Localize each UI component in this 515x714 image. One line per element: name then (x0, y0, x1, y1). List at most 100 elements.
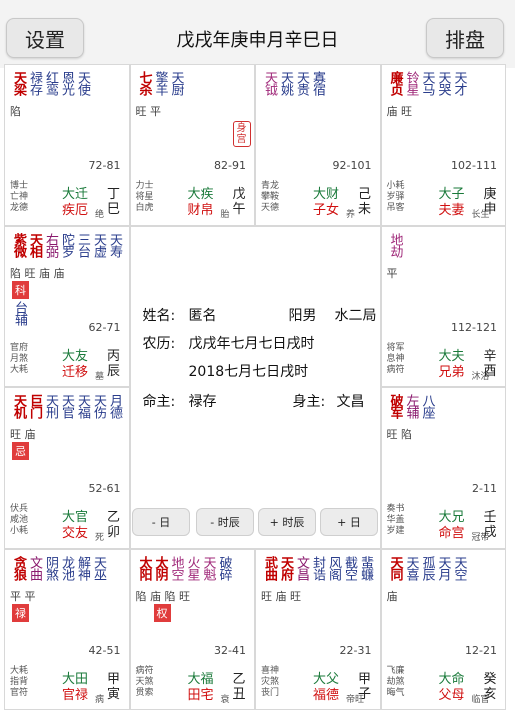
solar-value: 2018七月七日戌时 (188, 363, 309, 380)
page-title: 戊戌年庚申月辛巳日 (176, 30, 339, 51)
gods-list: 官府 月煞 大耗 (10, 342, 29, 375)
chart-button[interactable]: 排盘 (426, 18, 504, 58)
palace-cell[interactable]: 廉贞 铃星 天马 天哭 天才庙 旺 102-111 小耗 岁驿 吊客 大子 夫妻 长生 庚申 (380, 64, 506, 226)
star-name: 天巫 (91, 555, 106, 580)
life-stage: 绝 (95, 210, 105, 220)
star-name: 天才 (451, 71, 467, 95)
star-name: 解神 (75, 555, 90, 580)
age-range: 42-51 (88, 643, 121, 657)
age-range: 22-31 (339, 643, 372, 657)
stem-branch: 乙丑 (232, 671, 246, 702)
palace-cell[interactable]: 七杀 擎羊 天厨旺 平身宫 82-91 力士 将星 白虎 大疾 财帛胎戊午 (129, 64, 255, 226)
brightness-text: 平 (386, 266, 398, 280)
gods-list: 小耗 岁驿 吊客 (386, 181, 405, 213)
plus-day-button[interactable]: + 日 (320, 508, 378, 536)
star-name: 天魁 (200, 555, 216, 580)
age-range: 82-91 (214, 159, 246, 172)
minus-hour-button[interactable]: - 时辰 (196, 508, 254, 536)
palace-name: 大疾 财帛 (187, 187, 214, 218)
stem-branch: 辛酉 (483, 348, 497, 379)
star-name: 风阁 (326, 555, 341, 580)
palace-name: 大父 福德 (312, 671, 339, 703)
star-name: 天寿 (107, 232, 122, 257)
brightness-text: 庙 旺 (386, 105, 413, 118)
palace-cell[interactable]: 天梁 禄存 红鸾 恩光 天使陷 72-81 博士 亡神 龙德 大迁 疾厄绝丁巳 (4, 64, 130, 226)
star-list: 天同 天喜 孤辰 天月 天空 (387, 555, 467, 580)
palace-cell[interactable]: 天钺 天姚 天贵 寡宿 92-101 青龙 攀鞍 天德 大财 子女养己未 (255, 64, 381, 226)
gods-list: 飞廉 劫煞 晦气 (386, 665, 405, 698)
gods-list: 青龙 攀鞍 天德 (261, 181, 280, 213)
palace-cell[interactable]: 紫微 天相 右弼 陀罗 三台 天虚 天寿陷 旺 庙 庙科台辅 62-71 官府 月煞 大耗 大友 迁移墓… (4, 225, 130, 387)
star-name: 八座 (419, 394, 435, 418)
star-list: 紫微 天相 右弼 陀罗 三台 天虚 天寿 (10, 232, 122, 257)
star-list: 天机 巨门 天刑 天官 天福 天伤 月德 (10, 394, 122, 418)
stem-branch: 乙卯 (106, 510, 120, 540)
bureau-value: 水二局 (334, 307, 377, 324)
stem-branch: 甲寅 (106, 671, 120, 702)
stem-branch: 癸亥 (483, 671, 497, 702)
star-name: 红鸾 (43, 71, 58, 95)
star-name: 天同 (387, 555, 403, 580)
star-name: 地空 (168, 555, 184, 580)
star-name: 天官 (59, 394, 74, 418)
star-name: 左辅 (403, 394, 419, 418)
transform-badge: 忌 (12, 442, 29, 460)
palace-cell[interactable]: 天同 天喜 孤辰 天月 天空庙 12-21 飞廉 劫煞 晦气 大命 父母 临官 癸亥 (380, 548, 506, 710)
palace-name: 大财 子女 (312, 187, 339, 218)
age-range: 112-121 (451, 320, 497, 334)
star-name: 恩光 (59, 71, 74, 95)
age-range: 92-101 (332, 159, 372, 172)
brightness-text: 陷 庙 陷 旺 (135, 589, 191, 603)
palace-name: 大夫 兄弟 (438, 348, 465, 380)
palace-cell[interactable]: 贪狼 文曲 阴煞 龙池 解神 天巫平 平禄 42-51 大耗 指背 官符 大田 官禄病甲寅 (4, 548, 130, 710)
life-stage: 病 (95, 694, 105, 705)
star-name: 天马 (419, 71, 435, 95)
gender-value: 阳男 (288, 307, 317, 324)
brightness-text: 平 平 (10, 589, 36, 603)
star-name: 陀罗 (59, 232, 74, 257)
star-name: 天虚 (91, 232, 106, 257)
life-stage: 胎 (220, 210, 230, 220)
ming-label: 命主: (142, 393, 176, 410)
star-name: 截空 (342, 555, 357, 580)
star-name: 天梁 (11, 71, 26, 95)
life-stage: 墓 (95, 371, 105, 382)
star-list: 天梁 禄存 红鸾 恩光 天使 (10, 71, 90, 95)
top-bar: 设置 戊戌年庚申月辛巳日 排盘 (0, 0, 515, 68)
age-range: 72-81 (88, 159, 121, 172)
star-name: 禄存 (27, 71, 42, 95)
gods-list: 力士 将星 白虎 (135, 181, 154, 213)
star-name: 太阳 (136, 555, 152, 580)
name-value: 匿名 (188, 307, 217, 324)
star-name: 天相 (27, 232, 42, 257)
star-name: 三台 (75, 232, 90, 257)
settings-button[interactable]: 设置 (6, 18, 84, 58)
star-name: 寡宿 (310, 71, 325, 95)
brightness-text: 旺 庙 (10, 428, 36, 441)
plus-hour-button[interactable]: + 时辰 (258, 508, 316, 536)
palace-name: 大田 官禄 (61, 671, 88, 703)
age-range: 2-11 (472, 482, 497, 495)
transform-badge: 权 (153, 603, 171, 622)
star-list: 武曲 天府 文昌 封诰 风阁 截空 蜚蠊 (261, 555, 373, 580)
palace-cell[interactable]: 地劫平 112-121 将军 息神 病符 大夫 兄弟 沐浴 辛酉 (380, 225, 506, 387)
star-name: 龙池 (59, 555, 74, 580)
gods-list: 伏兵 咸池 小耗 (10, 504, 29, 536)
minus-day-button[interactable]: - 日 (132, 508, 190, 536)
star-name: 蜚蠊 (358, 555, 373, 580)
gods-list: 大耗 指背 官符 (10, 665, 29, 698)
palace-name: 大迁 疾厄 (61, 187, 88, 218)
name-label: 姓名: (142, 307, 176, 324)
gods-list: 博士 亡神 龙德 (10, 181, 29, 213)
palace-cell[interactable]: 武曲 天府 文昌 封诰 风阁 截空 蜚蠊旺 庙 旺 22-31 喜神 灾煞 丧门 大父 福德 帝旺 甲子 (255, 548, 381, 710)
extra-star: 台辅 (12, 300, 27, 325)
star-list: 七杀 擎羊 天厨 (136, 71, 184, 95)
star-name: 铃星 (403, 71, 419, 95)
stem-branch: 戊午 (232, 187, 246, 217)
star-name: 天使 (75, 71, 90, 95)
palace-cell[interactable]: 天机 巨门 天刑 天官 天福 天伤 月德旺 庙忌 52-61 伏兵 咸池 小耗 大官 交友死乙卯 (4, 387, 130, 549)
gods-list: 病符 天煞 贯索 (135, 665, 154, 698)
life-stage: 死 (95, 533, 105, 543)
palace-cell[interactable]: 太阳 太阴 地空 火星 天魁 破碎陷 庙 陷 旺权 32-41 病符 天煞 贯索 大福 田宅衰乙丑 (129, 548, 255, 710)
palace-cell[interactable]: 破军 左辅 八座旺 陷 2-11 奏书 华盖 岁建 大兄 命宫 冠带 壬戌 (380, 387, 506, 549)
